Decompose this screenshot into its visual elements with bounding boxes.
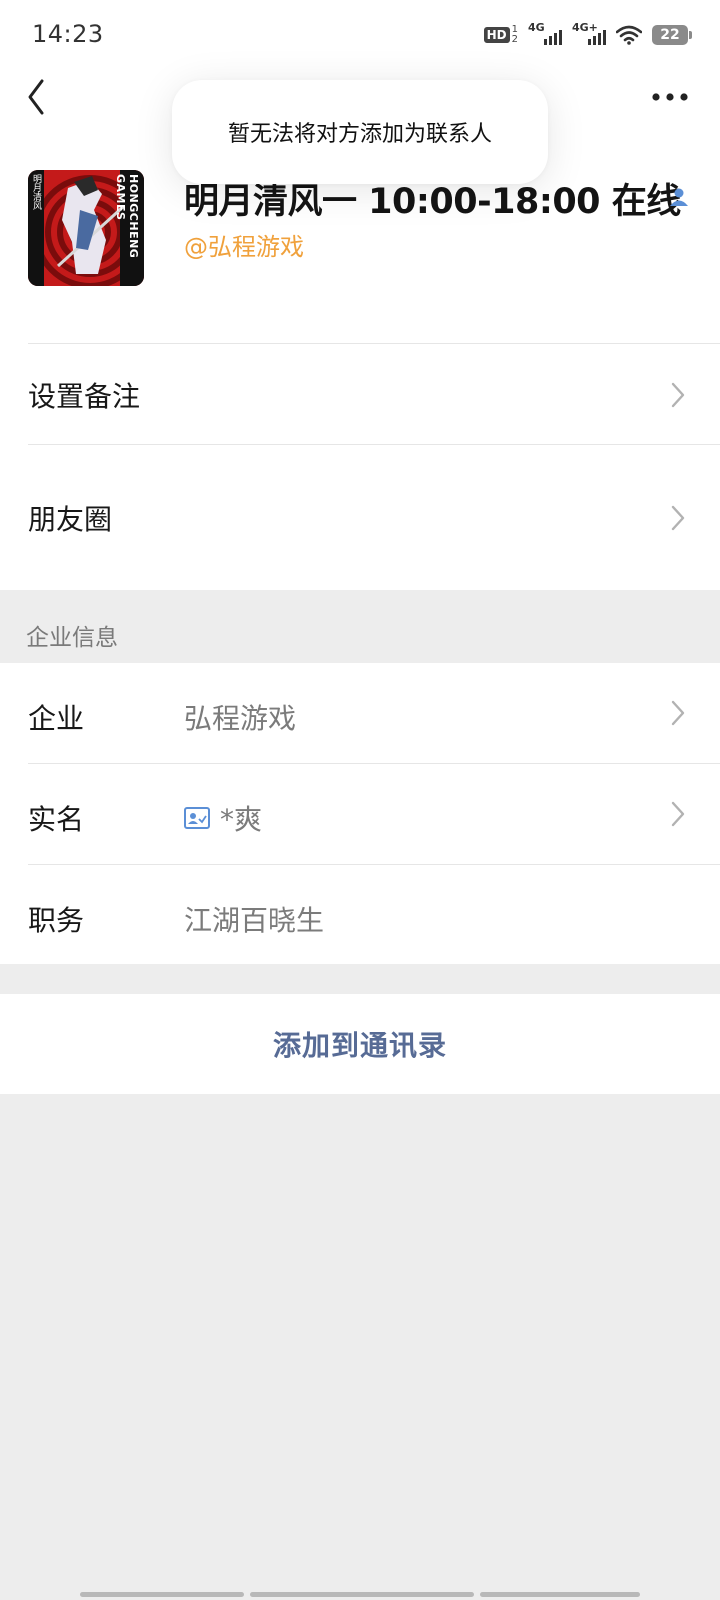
chevron-left-icon	[28, 79, 44, 115]
section-title: 企业信息	[26, 625, 118, 651]
avatar[interactable]: HONGCHENG GAMES 明月清风	[28, 170, 144, 286]
status-time: 14:23	[32, 20, 104, 48]
signal-label: 4G	[528, 21, 545, 34]
person-icon[interactable]	[668, 186, 690, 208]
info-value: 江湖百晓生	[184, 904, 325, 937]
info-key: 实名	[28, 803, 85, 836]
chevron-right-icon	[671, 700, 685, 726]
toast-message: 暂无法将对方添加为联系人	[172, 80, 548, 184]
profile-company: @弘程游戏	[184, 233, 304, 261]
avatar-side-text: 明月清风	[31, 174, 41, 210]
hd-sub: 2	[511, 34, 518, 45]
hd-label: HD	[483, 27, 510, 43]
real-name-row[interactable]: 实名 *爽	[0, 764, 720, 864]
add-to-contacts-card[interactable]: 添加到通讯录	[0, 994, 720, 1094]
menu-item-label: 朋友圈	[28, 503, 113, 536]
divider	[28, 343, 720, 344]
signal-icon: 4G	[528, 21, 562, 47]
chevron-right-icon	[671, 382, 685, 408]
chevron-right-icon	[671, 801, 685, 827]
battery-icon: 22	[652, 25, 692, 45]
info-key: 企业	[28, 702, 85, 735]
chevron-right-icon	[671, 505, 685, 531]
home-indicator	[80, 1592, 640, 1597]
company-row[interactable]: 企业 弘程游戏	[0, 663, 720, 763]
set-remark-row[interactable]: 设置备注	[0, 345, 720, 445]
hd-voice-icon: HD 1 2	[483, 25, 518, 45]
signal-icon: 4G+	[572, 21, 606, 47]
status-bar: 14:23 HD 1 2 4G 4G+ 22	[0, 0, 720, 70]
back-button[interactable]	[20, 75, 64, 119]
avatar-brand-text: HONGCHENG GAMES	[114, 174, 140, 259]
add-to-contacts-button[interactable]: 添加到通讯录	[273, 1024, 447, 1064]
info-value: *爽	[184, 798, 262, 838]
moments-row[interactable]: 朋友圈	[0, 468, 720, 568]
menu-item-label: 设置备注	[28, 380, 141, 413]
info-value: 弘程游戏	[184, 702, 297, 735]
more-dots-icon	[652, 93, 688, 101]
status-icons: HD 1 2 4G 4G+ 22	[483, 21, 692, 48]
more-button[interactable]	[648, 82, 692, 112]
hd-indices: 1 2	[512, 25, 518, 45]
position-row: 职务 江湖百晓生	[0, 865, 720, 965]
divider	[28, 444, 720, 445]
enterprise-info-card: 企业 弘程游戏 实名 *爽 职务 江湖百晓生	[0, 663, 720, 964]
id-card-icon	[184, 807, 210, 829]
wifi-icon	[616, 25, 642, 45]
info-key: 职务	[28, 904, 85, 937]
